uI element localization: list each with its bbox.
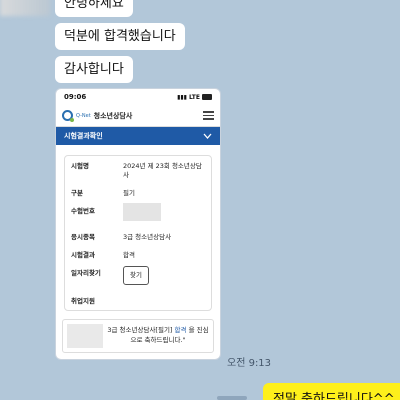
logo: Q-Net 청소년상담사 [62, 110, 133, 122]
phone-status-bar: 09:06 ▮▮▮ LTE [56, 89, 220, 105]
row-key: 시험결과 [71, 251, 95, 259]
message-text: 덕분에 합격했습니다 [64, 29, 176, 44]
chat-bubble-3: 감사합니다 [55, 56, 133, 83]
redacted-number [123, 203, 161, 221]
message-timestamp: 오전 9:13 [227, 358, 272, 369]
row-key: 응시종목 [71, 233, 95, 241]
network-label: LTE [188, 93, 200, 101]
chat-bubble-2: 덕분에 합격했습니다 [55, 23, 185, 50]
congrats-box: 3급 청소년상담사[필기] 합격 을 진심으로 축하드립니다." [62, 319, 214, 353]
shared-image-message[interactable]: 09:06 ▮▮▮ LTE Q-Net 청소년상담사 시험결과확인 시험명 20… [55, 88, 221, 360]
qnet-logo-icon [62, 110, 74, 122]
row-key: 구분 [71, 189, 83, 197]
chat-bubble-1: 안녕하세요 [55, 0, 133, 17]
row-value: 2024년 제 23회 청소년상담사 [123, 162, 202, 179]
congrats-prefix: 3급 청소년상담사[필기] [107, 326, 173, 334]
nav-bar: 시험결과확인 [56, 127, 220, 145]
message-text: 정말 축하드립니다^^ [273, 392, 395, 400]
app-header: Q-Net 청소년상담사 [56, 105, 220, 127]
read-indicator [217, 396, 247, 400]
chevron-down-icon [203, 133, 212, 139]
result-row: 일자리찾기 찾기 [71, 266, 205, 285]
redacted-name [67, 324, 103, 348]
nav-label: 시험결과확인 [64, 132, 103, 140]
battery-icon [202, 94, 212, 100]
row-value: 3급 청소년상담사 [123, 233, 172, 241]
result-row: 시험명 2024년 제 23회 청소년상담사 [71, 162, 205, 180]
find-button: 찾기 [123, 266, 149, 285]
result-box: 시험명 2024년 제 23회 청소년상담사 구분 필기 수험번호 응시종목 3… [64, 155, 212, 311]
congrats-highlight: 합격 [174, 326, 187, 334]
hamburger-menu-icon [203, 111, 214, 120]
signal-icon: ▮▮▮ [177, 93, 187, 101]
row-value: 합격 [123, 251, 135, 259]
app-title: 청소년상담사 [93, 111, 133, 120]
row-value: 필기 [123, 189, 135, 197]
message-text: 감사합니다 [64, 62, 124, 77]
result-row: 시험결과 합격 [71, 251, 205, 260]
row-key: 일자리찾기 [71, 269, 101, 277]
logo-text: Q-Net [76, 112, 91, 119]
result-row: 수험번호 [71, 203, 205, 224]
result-row: 구분 필기 [71, 189, 205, 198]
result-row: 응시종목 3급 청소년상담사 [71, 233, 205, 242]
my-chat-bubble: 정말 축하드립니다^^ [263, 383, 400, 400]
status-clock: 09:06 [64, 93, 87, 101]
status-icons: ▮▮▮ LTE [177, 94, 212, 101]
row-key: 시험명 [71, 162, 89, 170]
row-key: 수험번호 [71, 207, 95, 215]
row-key: 취업지원 [71, 297, 95, 305]
row-value [123, 297, 205, 306]
message-text: 안녕하세요 [64, 0, 124, 11]
profile-image-blurred [0, 0, 50, 16]
result-row: 취업지원 [71, 297, 205, 306]
